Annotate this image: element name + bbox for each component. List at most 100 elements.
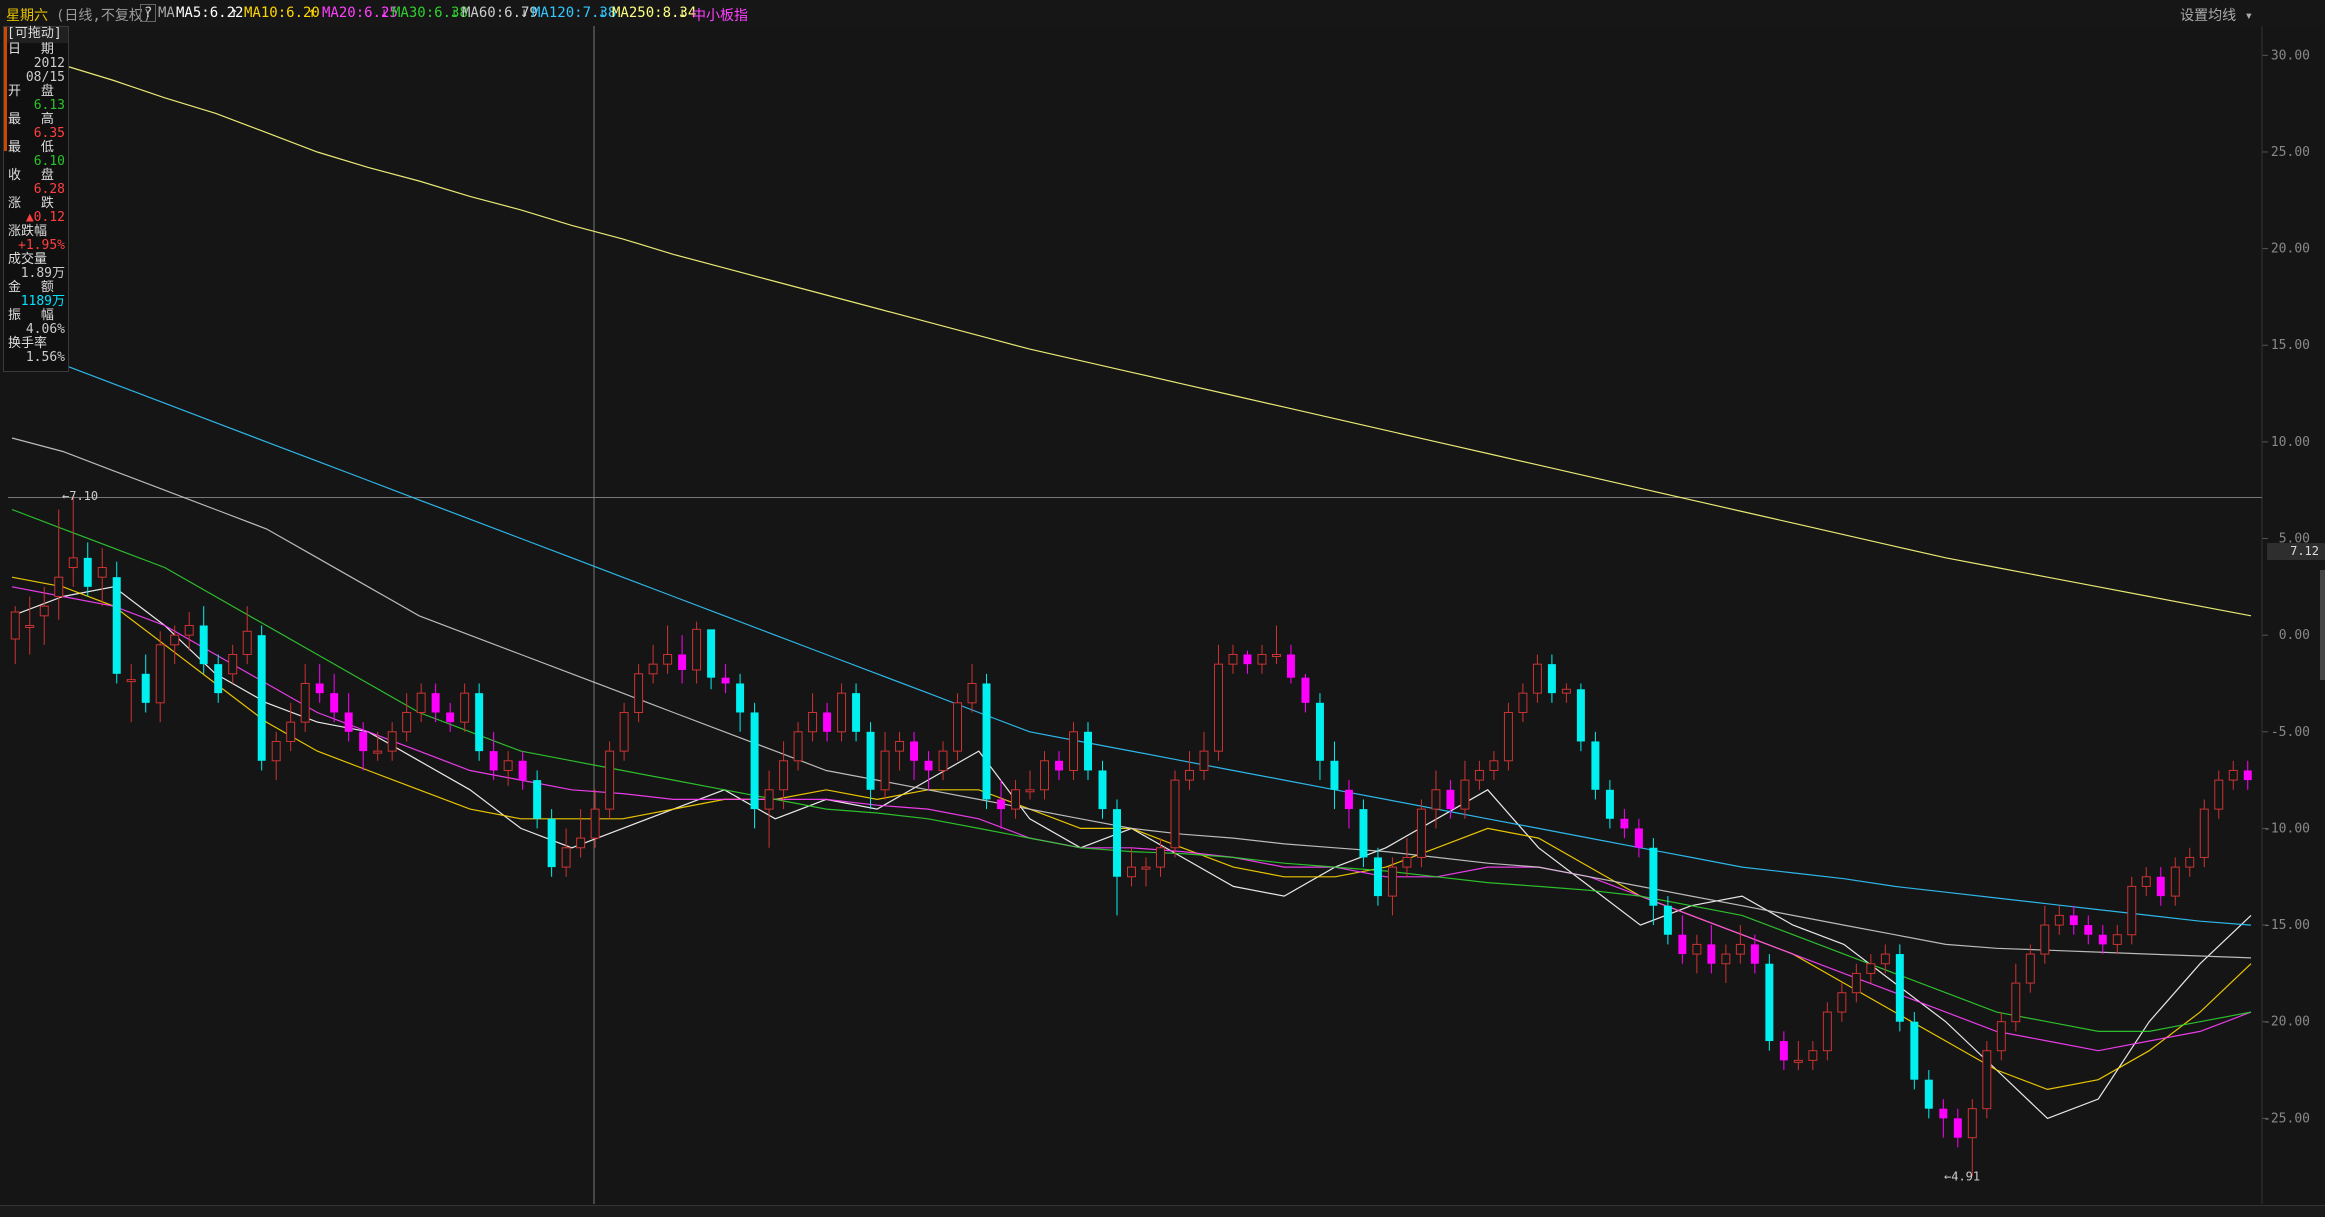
candle-body-up — [1431, 789, 1441, 810]
candle-body-down — [721, 677, 730, 684]
candle-body-up — [1982, 1050, 1992, 1110]
candle-body-down — [707, 629, 716, 678]
info-value-turnover: 1.56% — [25, 350, 65, 365]
y-axis-tick-label: -5.00 — [2271, 725, 2310, 740]
info-panel-header[interactable]: [可拖动] — [4, 27, 68, 43]
ma20-arrow-icon: ↓ — [380, 5, 389, 21]
candle-body-down — [736, 683, 745, 713]
y-axis-tick-label: 30.00 — [2271, 48, 2310, 63]
help-button[interactable]: ? — [140, 4, 157, 22]
y-axis-tick-label: -10.00 — [2263, 821, 2310, 836]
candle-body-up — [184, 624, 194, 636]
candle-body-down — [1359, 809, 1368, 858]
candle-body-down — [1779, 1041, 1788, 1061]
candle-body-up — [1996, 1021, 2006, 1052]
candle-body-down — [1750, 944, 1759, 964]
candle-body-down — [2098, 934, 2107, 945]
y-axis-tick-label: 20.00 — [2271, 242, 2310, 257]
candle-body-down — [2156, 876, 2165, 897]
candle-body-up — [2025, 953, 2035, 984]
ma-line-ma30 — [11, 508, 2252, 1033]
info-label-amount: 金 额 — [8, 280, 60, 295]
candle-body-up — [1793, 1059, 1803, 1063]
candle-body-up — [590, 808, 600, 839]
candle-body-up — [1489, 760, 1499, 771]
candle-body-up — [39, 605, 49, 617]
candle-body-up — [155, 644, 165, 704]
candle-body-up — [2170, 866, 2180, 897]
right-scroll-handle[interactable] — [2320, 570, 2325, 680]
candle-body-down — [910, 741, 919, 761]
info-value-low: 6.10 — [33, 154, 65, 169]
candle-body-down — [1678, 934, 1687, 955]
candle-body-up — [1532, 663, 1542, 694]
candle-body-up — [1561, 688, 1571, 694]
candle-body-up — [1692, 943, 1702, 955]
index-label[interactable]: 中小板指 — [692, 5, 748, 25]
candle-body-down — [1649, 847, 1658, 906]
candle-body-up — [1880, 953, 1890, 965]
candle-body-down — [1620, 818, 1629, 829]
candle-body-up — [1808, 1050, 1818, 1061]
candle-body-up — [1866, 963, 1876, 974]
info-panel[interactable]: [可拖动] 日 期 2012 08/15 开 盘 6.13 最 高 6.35 最… — [3, 26, 69, 372]
title-bar: 星期六 (日线,不复权) ? MA MA5:6.22 ↑ MA10:6.20 ↑… — [0, 0, 2325, 26]
candle-body-up — [561, 847, 571, 868]
candle-body-down — [359, 731, 368, 752]
info-label-turnover: 换手率 — [8, 336, 48, 351]
candle-body-down — [1098, 770, 1107, 810]
settings-ma-button[interactable]: 设置均线 ▾ — [2180, 5, 2253, 25]
candle-body-up — [2199, 808, 2209, 858]
candle-body-down — [1084, 731, 1092, 771]
candle-body-down — [344, 712, 353, 732]
candle-body-down — [1301, 677, 1310, 703]
candle-body-up — [1156, 847, 1165, 868]
candle-body-down — [141, 673, 150, 703]
ma5-arrow-icon: ↑ — [230, 5, 239, 21]
candle-body-up — [895, 740, 905, 752]
ma60-arrow-icon: ↓ — [520, 5, 529, 21]
candle-body-up — [2040, 924, 2050, 955]
candle-body-down — [1055, 760, 1064, 771]
candle-body-down — [533, 780, 542, 819]
candle-body-up — [1851, 972, 1861, 994]
info-value-open: 6.13 — [33, 98, 65, 113]
info-label-change: 涨 跌 — [8, 196, 60, 211]
candle-body-up — [2185, 856, 2195, 868]
info-label-amplitude: 振 幅 — [8, 308, 60, 323]
candle-body-down — [1576, 689, 1585, 742]
candle-body-up — [1387, 866, 1397, 897]
candle-body-up — [1069, 731, 1078, 771]
last-price-flag: 7.12 — [2267, 543, 2325, 560]
candle-body-down — [475, 693, 484, 752]
y-axis-tick-label: -15.00 — [2263, 918, 2310, 933]
candle-body-down — [489, 751, 498, 771]
candle-body-up — [808, 711, 818, 733]
candle-body-up — [416, 692, 426, 713]
candle-body-down — [446, 712, 455, 723]
candle-body-up — [1402, 856, 1412, 868]
candle-body-up — [1735, 943, 1745, 955]
candle-body-up — [967, 682, 977, 704]
candle-body-up — [880, 750, 890, 791]
candle-body-up — [764, 789, 774, 810]
candle-body-down — [678, 654, 687, 670]
chart-mode[interactable]: (日线,不复权) — [56, 5, 151, 25]
stock-name[interactable]: 星期六 — [6, 5, 48, 25]
y-axis-tick-label: -20.00 — [2263, 1015, 2310, 1030]
candle-body-down — [1910, 1021, 1919, 1080]
bottom-scrollbar[interactable] — [0, 1205, 2325, 1217]
candle-body-up — [2112, 934, 2122, 945]
candle-body-down — [1330, 760, 1339, 790]
candle-body-down — [199, 625, 208, 665]
kline-chart[interactable]: 30.0025.0020.0015.0010.005.000.00-5.00-1… — [0, 26, 2325, 1204]
candle-body-up — [1185, 769, 1194, 781]
panel-accent — [4, 27, 7, 151]
info-label-close: 收 盘 — [8, 168, 60, 183]
candle-body-down — [1939, 1108, 1948, 1119]
y-axis-tick-label: -25.00 — [2263, 1111, 2310, 1126]
y-axis-tick-label: 10.00 — [2271, 435, 2310, 450]
candle-body-down — [1765, 963, 1774, 1042]
candle-body-up — [1518, 692, 1528, 713]
candle-body-down — [547, 818, 556, 868]
